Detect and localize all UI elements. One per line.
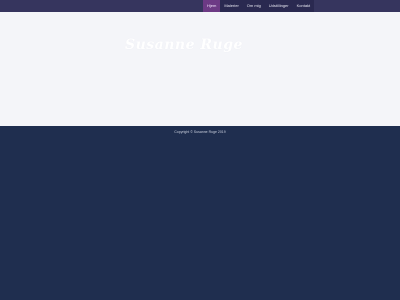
footer: Copyright © Susanne Ruge 2019 <box>0 126 400 134</box>
main-navigation: Hjem Malerier Om mig Udstillinger Kontak… <box>203 0 315 12</box>
top-bar <box>0 0 400 12</box>
main-content: Susanne Ruge <box>0 12 400 126</box>
nav-item-malerier[interactable]: Malerier <box>220 0 242 12</box>
copyright-text: Copyright © Susanne Ruge 2019 <box>174 130 226 134</box>
nav-item-hjem[interactable]: Hjem <box>203 0 221 12</box>
site-logo[interactable]: Susanne Ruge <box>125 37 243 53</box>
nav-item-om-mig[interactable]: Om mig <box>243 0 265 12</box>
nav-item-udstillinger[interactable]: Udstillinger <box>265 0 293 12</box>
nav-item-kontakt[interactable]: Kontakt <box>293 0 315 12</box>
